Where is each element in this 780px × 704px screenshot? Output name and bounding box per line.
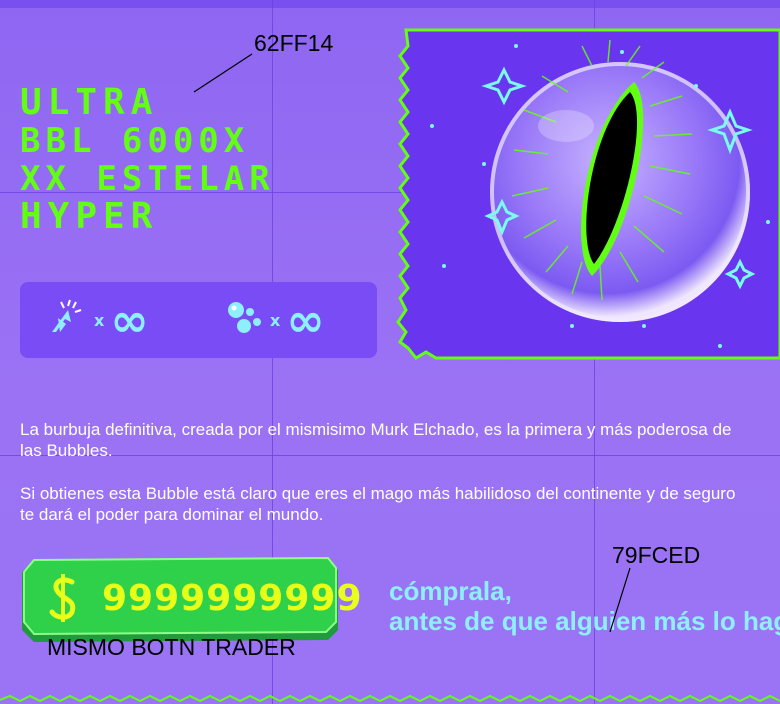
tagline-line: cómprala, [389,576,512,606]
description-line: La burbuja definitiva, creada por el mis… [20,420,732,439]
stats-panel: x ∞ x ∞ [20,282,377,358]
tagline-line: antes de que alguien más lo haga [389,606,780,636]
bottom-border [0,694,780,703]
description-paragraph-1: La burbuja definitiva, creada por el mis… [20,419,780,461]
bubble-eye-illustration [396,26,780,362]
annotation-leader-line [193,53,253,93]
buy-price: 9999999999 [102,578,363,619]
description-line: Si obtienes esta Bubble está claro que e… [20,484,736,503]
description-line: las Bubbles. [20,441,113,460]
product-title: ULTRA BBL 6000X XX ESTELAR HYPER [20,84,275,236]
title-line: HYPER [20,196,159,237]
description-line: te dará el poder para dominar el mundo. [20,505,324,524]
title-line: BBL 6000X [20,121,250,161]
description-paragraph-2: Si obtienes esta Bubble está claro que e… [20,483,780,525]
color-annotation: 79FCED [612,542,701,568]
page: ULTRA BBL 6000X XX ESTELAR HYPER 62FF14 … [0,0,780,704]
stat-multiplier: x [270,310,281,330]
top-band [0,0,780,8]
dollar-icon [46,572,82,629]
stat-clicks: x ∞ [46,293,149,347]
stat-bubbles: x ∞ [224,293,325,347]
stat-multiplier: x [94,310,105,330]
button-annotation: MISMO BOTN TRADER [47,634,296,660]
stat-value: ∞ [286,293,325,347]
bubbles-icon [224,298,264,343]
annotation-leader-line [609,567,631,633]
color-annotation: 62FF14 [254,30,334,56]
buy-button[interactable]: 9999999999 [20,556,362,646]
title-line: XX ESTELAR [20,159,275,199]
cursor-click-icon [46,298,88,343]
call-to-action: cómprala, antes de que alguien más lo ha… [389,576,780,636]
stat-value: ∞ [110,293,149,347]
